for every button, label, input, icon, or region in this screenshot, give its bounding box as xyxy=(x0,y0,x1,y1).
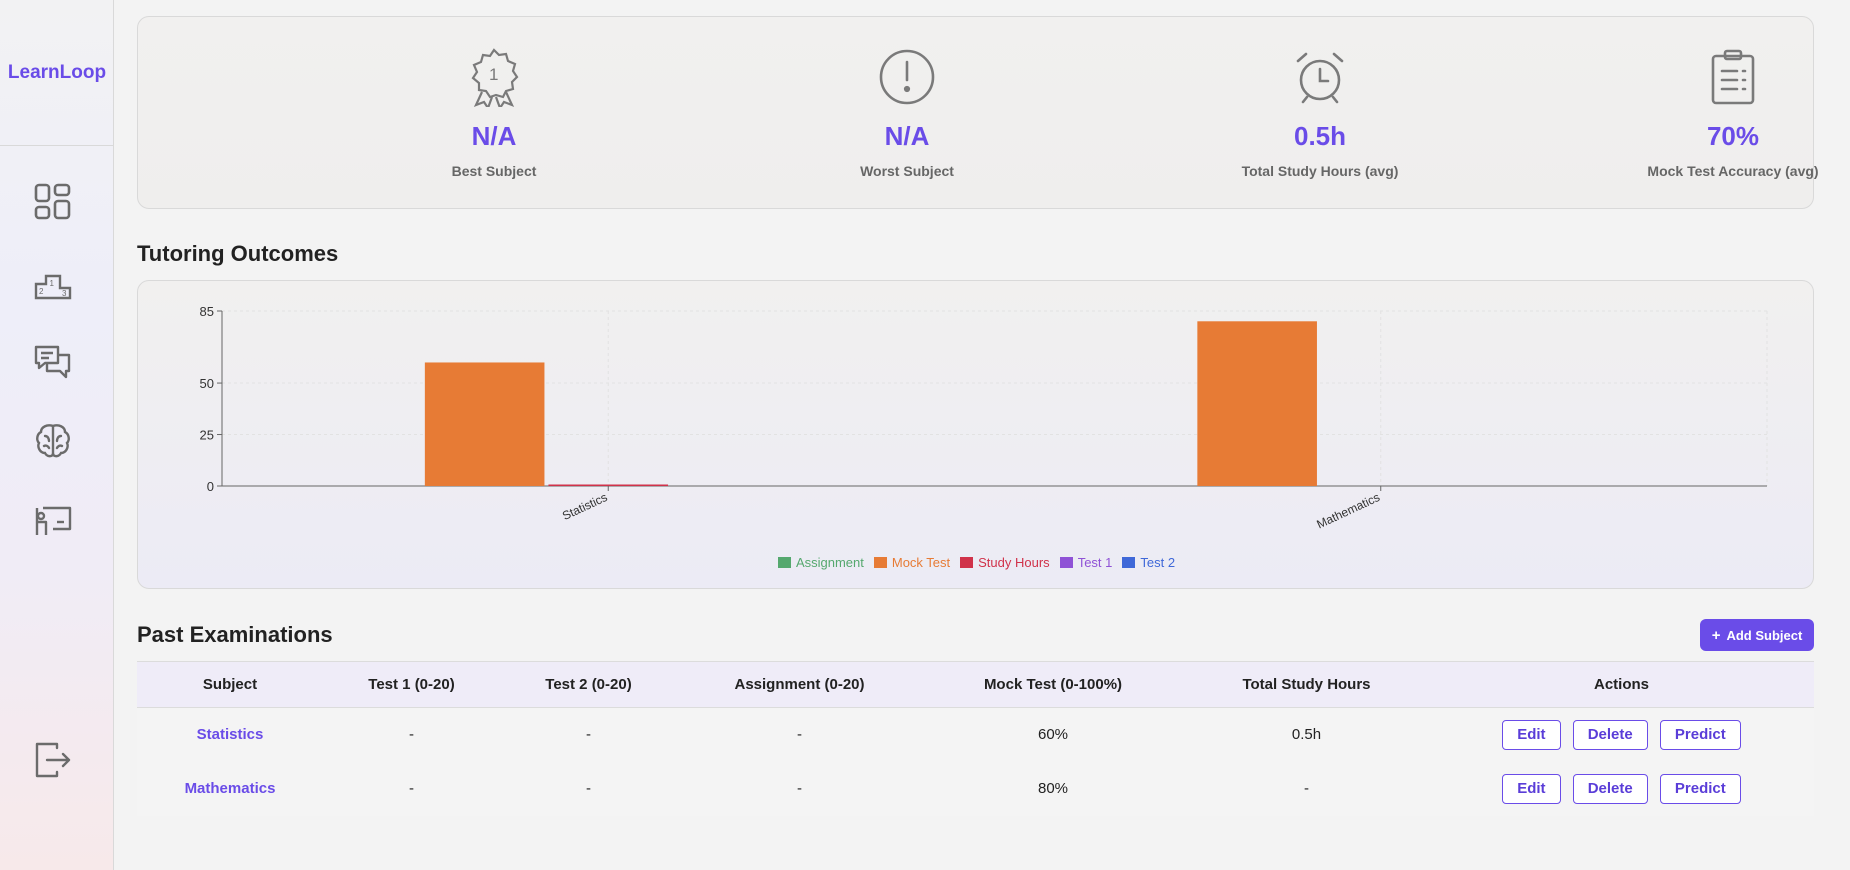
table-row: Statistics - - - 60% 0.5h Edit Delete Pr… xyxy=(137,707,1814,762)
chat-icon[interactable] xyxy=(31,340,75,384)
stat-value: 70% xyxy=(1706,121,1760,151)
assignment-cell: - xyxy=(797,780,802,797)
test2-cell: - xyxy=(586,780,591,797)
column-header: Total Study Hours xyxy=(1242,676,1371,693)
stat-label: Worst Subject xyxy=(860,163,954,179)
legend-item[interactable]: Study Hours xyxy=(960,555,1050,570)
plus-icon: + xyxy=(1711,626,1721,644)
test1-cell: - xyxy=(409,780,414,797)
brain-icon[interactable] xyxy=(31,419,75,463)
bar-study-hours xyxy=(548,484,669,486)
award-badge-icon: 1 xyxy=(471,48,519,107)
table-row: Mathematics - - - 80% - Edit Delete Pred… xyxy=(137,761,1814,816)
svg-text:3: 3 xyxy=(62,289,67,298)
legend-label: Test 1 xyxy=(1077,555,1113,570)
edit-button[interactable]: Edit xyxy=(1502,719,1561,750)
svg-text:2: 2 xyxy=(39,287,44,296)
legend-swatch xyxy=(873,557,887,568)
teacher-board-icon[interactable] xyxy=(31,498,75,542)
subject-link[interactable]: Statistics xyxy=(137,708,323,762)
table-header-row: Subject Test 1 (0-20) Test 2 (0-20) Assi… xyxy=(137,661,1814,708)
y-tick-label: 85 xyxy=(200,304,214,319)
column-header: Test 2 (0-20) xyxy=(545,676,632,693)
legend-label: Test 2 xyxy=(1140,555,1176,570)
legend-item[interactable]: Assignment xyxy=(777,555,864,570)
stat-mock-test-accuracy: 70% Mock Test Accuracy (avg) xyxy=(1583,17,1850,210)
column-header: Test 1 (0-20) xyxy=(368,676,455,693)
assignment-cell: - xyxy=(797,726,802,744)
stats-card: 1 N/A Best Subject N/A Worst Subject 0.5… xyxy=(137,16,1819,210)
outcomes-chart: 0 25 50 85 Statistics Mathematics Assignment M… xyxy=(137,280,1814,589)
app-logo[interactable]: LearnLoop xyxy=(0,0,114,146)
column-header: Assignment (0-20) xyxy=(734,676,865,693)
clipboard-list-icon xyxy=(1711,49,1755,105)
legend-swatch xyxy=(777,557,791,568)
legend-item[interactable]: Mock Test xyxy=(873,555,951,570)
predict-button[interactable]: Predict xyxy=(1659,719,1741,750)
column-header: Actions xyxy=(1593,676,1649,693)
actions-cell: Edit Delete Predict xyxy=(1429,708,1814,762)
bar-chart: 0 25 50 85 Statistics Mathematics xyxy=(200,304,1768,531)
delete-button[interactable]: Delete xyxy=(1572,719,1648,750)
sidebar: LearnLoop 1 2 3 xyxy=(0,0,114,870)
column-header: Subject xyxy=(202,676,258,693)
predict-button[interactable]: Predict xyxy=(1659,773,1741,804)
actions-cell: Edit Delete Predict xyxy=(1429,762,1814,816)
stat-value: N/A xyxy=(471,121,517,151)
subject-link[interactable]: Mathematics xyxy=(137,762,323,816)
mock-test-cell: 60% xyxy=(1037,726,1069,744)
stat-value: N/A xyxy=(884,121,930,151)
test2-cell: - xyxy=(586,726,591,744)
stat-total-study-hours: 0.5h Total Study Hours (avg) xyxy=(1170,17,1470,210)
stat-value: 0.5h xyxy=(1293,121,1347,151)
column-header: Mock Test (0-100%) xyxy=(983,676,1123,693)
stat-best-subject: 1 N/A Best Subject xyxy=(344,17,644,210)
leaderboard-icon[interactable]: 1 2 3 xyxy=(31,262,75,306)
chart-legend: Assignment Mock Test Study Hours Test 1 Test… xyxy=(138,555,1815,570)
exams-table: Subject Test 1 (0-20) Test 2 (0-20) Assi… xyxy=(137,661,1814,816)
svg-text:1: 1 xyxy=(50,279,55,288)
x-tick-label: Mathematics xyxy=(1314,490,1382,531)
legend-swatch xyxy=(960,557,974,568)
legend-swatch xyxy=(1059,557,1073,568)
stat-label: Mock Test Accuracy (avg) xyxy=(1647,163,1819,179)
bar-mock-test xyxy=(1197,321,1317,486)
test1-cell: - xyxy=(409,726,414,744)
exams-title: Past Examinations xyxy=(137,622,333,647)
outcomes-title: Tutoring Outcomes xyxy=(137,241,339,266)
stat-label: Best Subject xyxy=(451,163,537,179)
delete-button[interactable]: Delete xyxy=(1572,773,1648,804)
legend-label: Mock Test xyxy=(891,555,951,570)
add-subject-label: Add Subject xyxy=(1726,627,1803,643)
mock-test-cell: 80% xyxy=(1037,780,1069,797)
bar-mock-test xyxy=(424,362,545,486)
alert-circle-icon xyxy=(879,49,935,105)
y-tick-label: 0 xyxy=(207,479,214,494)
legend-label: Study Hours xyxy=(978,555,1050,570)
add-subject-button[interactable]: + Add Subject xyxy=(1700,619,1814,651)
stat-worst-subject: N/A Worst Subject xyxy=(757,17,1057,210)
legend-item[interactable]: Test 2 xyxy=(1122,555,1175,570)
legend-swatch xyxy=(1122,557,1136,568)
study-hours-cell: 0.5h xyxy=(1291,726,1322,744)
legend-item[interactable]: Test 1 xyxy=(1059,555,1113,570)
study-hours-cell: - xyxy=(1304,780,1309,797)
x-tick-label: Statistics xyxy=(560,490,609,523)
alarm-clock-icon xyxy=(1296,52,1344,104)
logout-icon[interactable] xyxy=(31,738,75,782)
y-tick-label: 25 xyxy=(200,428,214,443)
svg-text:1: 1 xyxy=(489,65,498,84)
edit-button[interactable]: Edit xyxy=(1502,773,1561,804)
stat-label: Total Study Hours (avg) xyxy=(1241,163,1399,179)
y-tick-label: 50 xyxy=(200,376,214,391)
dashboard-icon[interactable] xyxy=(31,180,75,224)
legend-label: Assignment xyxy=(795,555,864,570)
